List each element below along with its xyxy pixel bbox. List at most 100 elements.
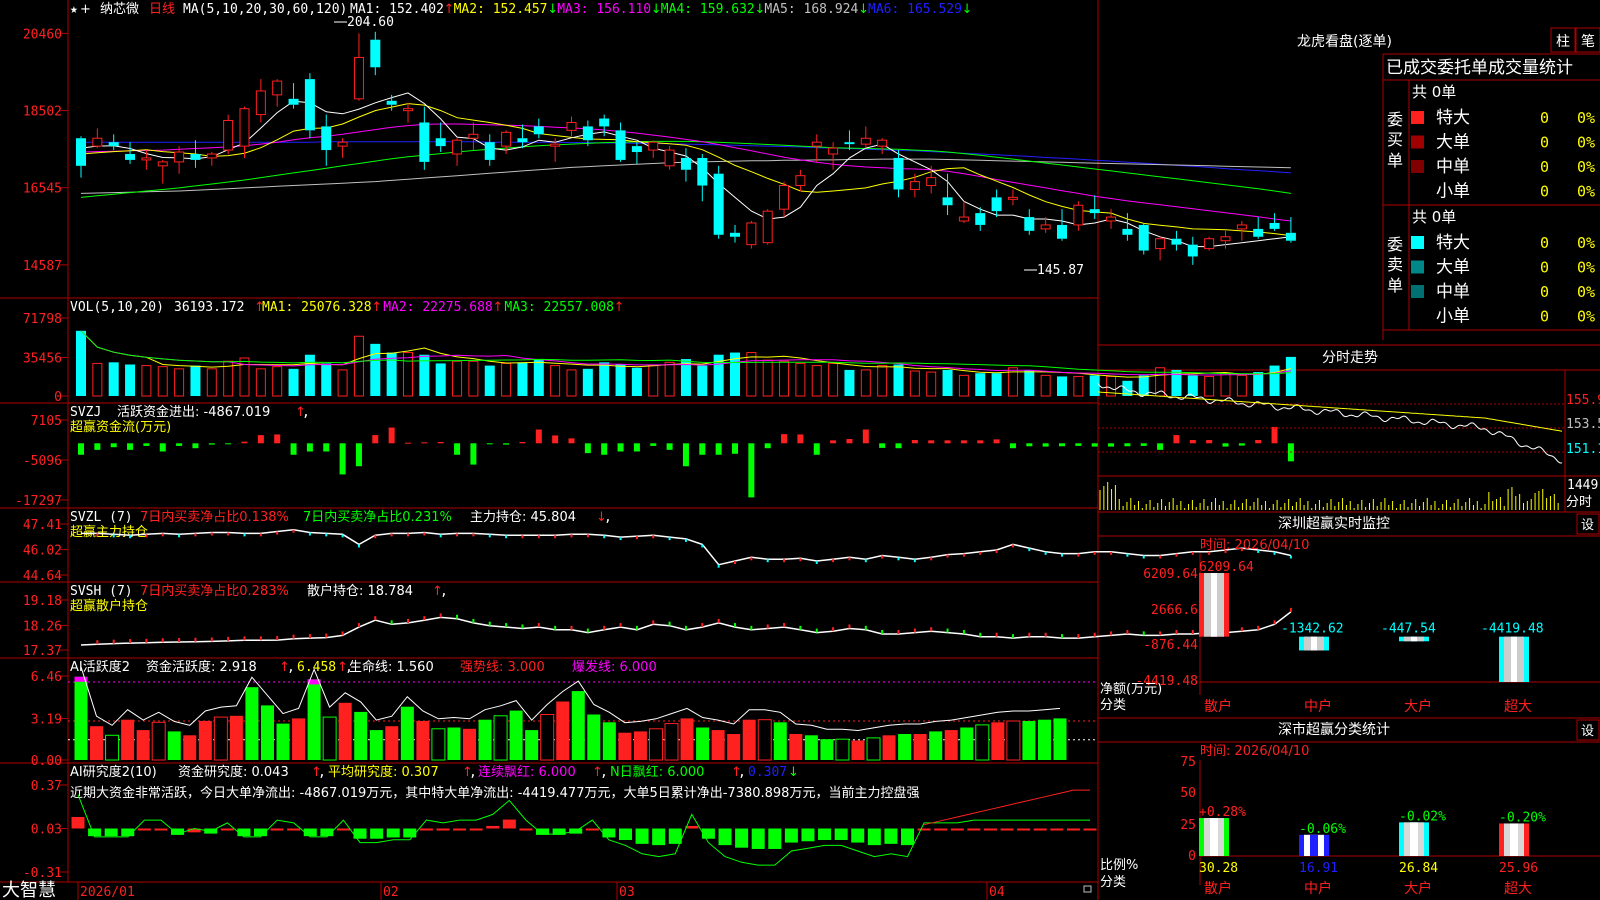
svg-text:,: , xyxy=(287,660,295,675)
ai1-bar xyxy=(292,718,306,760)
ai2-y-tick: 0.03 xyxy=(31,823,62,838)
sz-y-tick: -876.44 xyxy=(1143,638,1198,653)
sell-row-pct: 0% xyxy=(1577,308,1595,326)
sell-row-vol: 0 xyxy=(1540,283,1549,301)
svzj-bar xyxy=(78,443,84,455)
candle-body xyxy=(1204,238,1215,250)
svsh-y-tick: 18.26 xyxy=(23,619,62,634)
ai2-y-tick: -0.31 xyxy=(23,866,62,881)
svzj-bar xyxy=(208,443,215,445)
ai1-bar xyxy=(1053,718,1067,760)
ai2-bar xyxy=(1017,828,1031,831)
ai2-bar xyxy=(602,828,616,838)
sz-y-tick: 2666.6 xyxy=(1151,603,1198,618)
ma-params: MA(5,10,20,30,60,120) xyxy=(183,2,347,17)
ai1-bar xyxy=(338,702,352,760)
ai2-bar xyxy=(917,828,931,831)
svzj-bar xyxy=(421,442,428,444)
svzj-bar xyxy=(732,443,738,454)
volume-bar xyxy=(795,362,806,397)
ai1-bar xyxy=(447,727,461,760)
volume-bar xyxy=(877,365,888,397)
ai1-label: AI活跃度2 xyxy=(70,659,130,675)
ai2-label: AI研究度2(10) xyxy=(70,764,157,780)
sell-side-char: 卖 xyxy=(1387,255,1403,274)
volume-bar xyxy=(599,362,610,396)
svsh-seg2: 散户持仓: 18.784 xyxy=(307,583,413,599)
period-label[interactable]: 日线 xyxy=(149,2,175,17)
sz-class-pct: 26.84 xyxy=(1399,861,1438,876)
sell-row-name: 特大 xyxy=(1436,233,1470,253)
ai2-seg1: 资金研究度: 0.043 xyxy=(178,764,289,780)
volume-bar xyxy=(288,368,299,396)
sell-swatch xyxy=(1411,260,1424,274)
svzj-bar xyxy=(1009,443,1016,449)
volume-bar xyxy=(1089,375,1100,396)
svzj-label: SVZJ xyxy=(70,405,101,420)
svzj-bar xyxy=(1173,435,1180,444)
candle-body xyxy=(746,222,757,246)
ai1-y-tick: 6.46 xyxy=(31,670,62,685)
add-icon[interactable]: + xyxy=(80,2,91,17)
candle-body xyxy=(108,142,119,147)
ai1-bar xyxy=(648,728,663,761)
candle-body xyxy=(386,100,397,105)
sz-monitor-date: 时间: 2026/04/10 xyxy=(1200,538,1309,553)
ai2-bar xyxy=(502,819,516,829)
candle-body xyxy=(648,141,659,151)
svzl-y-tick: 46.02 xyxy=(23,544,62,559)
svzj-bar xyxy=(977,440,984,444)
sz-monitor-cat: 中户 xyxy=(1304,698,1332,715)
svzj-bar xyxy=(535,429,542,444)
svzj-bar xyxy=(993,439,1000,444)
x-label-feb: 02 xyxy=(383,885,399,900)
volume-header: VOL(5,10,20) 36193.172 ↑ MA1: 25076.328 ↑… xyxy=(70,300,625,315)
ai1-bar xyxy=(90,726,104,760)
candle-body xyxy=(958,216,969,222)
volume-bar xyxy=(991,373,1002,396)
ai2-bar xyxy=(287,828,301,831)
svzj-bar xyxy=(699,443,706,455)
candle-body xyxy=(468,133,479,139)
buy-side-char: 委 xyxy=(1387,110,1403,129)
svzj-bar xyxy=(1189,440,1196,444)
ai1-bar xyxy=(213,716,228,761)
ai2-bar xyxy=(801,828,815,842)
ai1-bar xyxy=(151,721,166,761)
intraday-price-high: 155.9 xyxy=(1566,393,1600,408)
candle-body xyxy=(353,56,364,100)
ai2-bar xyxy=(370,828,384,839)
sz-monitor-bar-shine xyxy=(1411,636,1417,642)
volume-bar xyxy=(566,369,577,397)
favorite-star-icon[interactable]: ★ xyxy=(70,2,78,17)
ai1-bar xyxy=(525,730,539,760)
ai2-bar xyxy=(419,828,433,831)
sz-class-cat: 散户 xyxy=(1204,880,1232,897)
ai2-bar xyxy=(1083,828,1097,831)
ai1-bar xyxy=(866,737,881,761)
dragon-tabs[interactable]: 已成交委托单成交量统计 xyxy=(1386,58,1573,78)
svzl-seg3-tail: , xyxy=(604,510,612,525)
vol-legend-item: MA1: 25076.328 xyxy=(262,300,372,315)
svzj-bar xyxy=(339,443,346,475)
sz-monitor-value: -1342.62 xyxy=(1281,622,1344,637)
sz-class-pct: 30.28 xyxy=(1199,861,1238,876)
sz-y-label: 净额(万元) xyxy=(1100,682,1162,697)
main-y-tick: 20460 xyxy=(23,27,62,42)
svzj-bar xyxy=(110,443,117,448)
candle-body xyxy=(1155,238,1166,250)
svzj-bar xyxy=(1255,440,1262,444)
ai1-bar xyxy=(540,713,555,761)
volume-bar xyxy=(108,362,119,396)
volume-bar xyxy=(779,360,790,397)
buy-row-name: 小单 xyxy=(1436,182,1470,202)
ai1-bar xyxy=(757,719,772,761)
vol-value: 36193.172 xyxy=(174,300,244,315)
sell-row-name: 大单 xyxy=(1436,258,1470,278)
ai2-bar xyxy=(851,828,865,843)
ai2-note: 近期大资金非常活跃，今日大单净流出: -4867.019万元，其中特大单净流出:… xyxy=(70,785,919,801)
ai1-bar xyxy=(369,730,383,760)
volume-bar xyxy=(975,373,986,396)
volume-bar xyxy=(403,352,413,397)
candle-body xyxy=(631,146,642,153)
